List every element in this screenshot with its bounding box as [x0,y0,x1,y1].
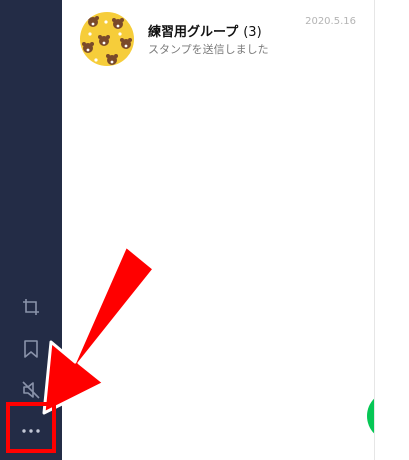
more-icon[interactable] [18,420,44,442]
chat-detail-pane [375,0,409,460]
bookmark-icon[interactable] [20,338,42,360]
chat-name: 練習用グループ [148,25,239,40]
mute-icon[interactable] [20,379,42,401]
sidebar [0,0,62,460]
crop-icon[interactable] [20,296,42,318]
last-message-preview: スタンプを送信しました [148,43,269,56]
chat-date: 2020.5.16 [305,16,356,27]
line-app-window: 練習用グループ (3) スタンプを送信しました 2020.5.16 [0,0,409,460]
member-count: (3) [243,25,262,40]
group-avatar [80,12,134,66]
chat-list-item[interactable]: 練習用グループ (3) スタンプを送信しました 2020.5.16 [62,0,374,78]
chat-list-pane: 練習用グループ (3) スタンプを送信しました 2020.5.16 [62,0,409,460]
chat-title: 練習用グループ (3) [148,21,262,40]
